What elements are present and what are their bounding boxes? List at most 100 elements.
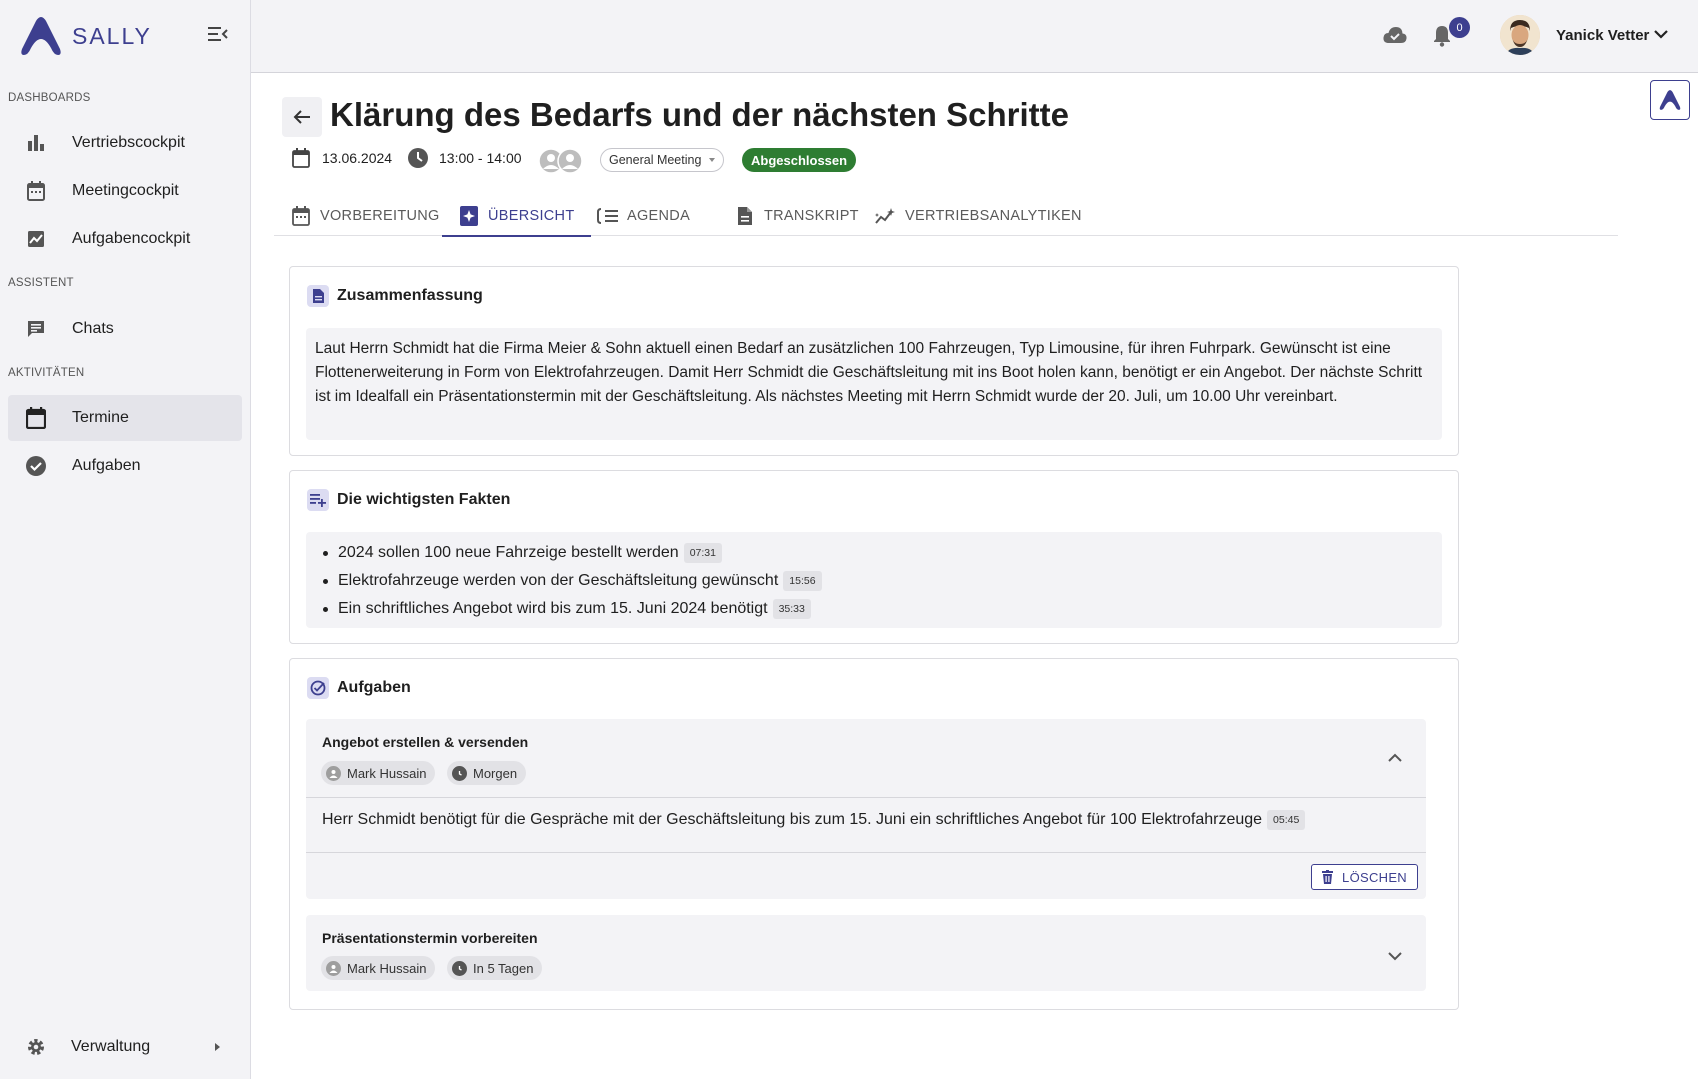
sidebar-item-meetingcockpit[interactable]: Meetingcockpit	[8, 168, 242, 214]
fact-text: 2024 sollen 100 neue Fahrzeige bestellt …	[338, 544, 679, 561]
divider	[306, 797, 1426, 798]
app-name: SALLY	[72, 22, 152, 49]
arrow-left-icon	[293, 110, 310, 124]
due-chip[interactable]: Morgen	[447, 761, 527, 785]
tab-label: TRANSKRIPT	[764, 208, 859, 224]
meeting-time-text: 13:00 - 14:00	[439, 150, 522, 166]
task-item[interactable]: Präsentationstermin vorbereiten Mark Hus…	[306, 915, 1426, 991]
chevron-down-icon[interactable]	[1654, 26, 1668, 44]
delete-label: LÖSCHEN	[1342, 869, 1407, 885]
tab-bar: VORBEREITUNG ÜBERSICHT AGENDA TRANSKRIPT…	[274, 196, 1618, 237]
calendar-icon	[24, 179, 48, 203]
document-icon	[734, 205, 756, 227]
cloud-sync-icon[interactable]	[1383, 26, 1407, 49]
sidebar: SALLY DASHBOARDS Vertriebscockpit Meetin…	[0, 0, 251, 1079]
tab-vorbereitung[interactable]: VORBEREITUNG	[274, 196, 456, 236]
meeting-date: 13.06.2024	[292, 148, 392, 168]
task-description: Herr Schmidt benötigt für die Gespräche …	[322, 810, 1306, 830]
tasks-title: Aufgaben	[337, 679, 411, 696]
list-item: Ein schriftliches Angebot wird bis zum 1…	[320, 595, 1442, 623]
divider	[306, 852, 1426, 853]
clock-icon	[408, 148, 428, 168]
tab-label: ÜBERSICHT	[488, 208, 575, 224]
tab-uebersicht[interactable]: ÜBERSICHT	[442, 196, 591, 237]
collapse-sidebar-button[interactable]	[208, 26, 234, 46]
notification-badge: 0	[1449, 17, 1470, 38]
delete-button[interactable]: LÖSCHEN	[1311, 864, 1418, 890]
due-text: Morgen	[473, 765, 518, 781]
meeting-type-select[interactable]: General Meeting	[600, 148, 725, 172]
app-logo[interactable]: SALLY	[18, 14, 152, 58]
menu-collapse-icon	[208, 27, 228, 41]
sidebar-item-aufgabencockpit[interactable]: Aufgabencockpit	[8, 216, 242, 262]
task-check-icon	[307, 677, 329, 699]
sidebar-item-label: Aufgaben	[72, 457, 141, 474]
timestamp-chip[interactable]: 05:45	[1267, 810, 1306, 830]
person-icon	[326, 960, 341, 976]
status-badge: Abgeschlossen	[742, 148, 857, 172]
sidebar-item-label: Verwaltung	[71, 1038, 151, 1055]
assignee-chip[interactable]: Mark Hussain	[321, 761, 436, 785]
tab-label: AGENDA	[627, 208, 691, 224]
assignee-chip[interactable]: Mark Hussain	[321, 956, 436, 980]
section-dashboards: DASHBOARDS	[8, 92, 91, 104]
facts-body: 2024 sollen 100 neue Fahrzeige bestellt …	[306, 532, 1442, 628]
task-item: Angebot erstellen & versenden Mark Hussa…	[306, 719, 1426, 899]
sidebar-item-chats[interactable]: Chats	[8, 306, 242, 352]
summary-body: Laut Herrn Schmidt hat die Firma Meier &…	[306, 328, 1442, 440]
timestamp-chip[interactable]: 35:33	[772, 599, 811, 619]
sidebar-item-verwaltung[interactable]: Verwaltung	[8, 1024, 242, 1070]
meeting-type-value: General Meeting	[609, 153, 702, 167]
sidebar-item-label: Aufgabencockpit	[72, 230, 191, 247]
tab-label: VORBEREITUNG	[320, 208, 440, 224]
facts-header: Die wichtigsten Fakten	[307, 489, 510, 511]
back-button[interactable]	[282, 97, 322, 137]
list-item: 2024 sollen 100 neue Fahrzeige bestellt …	[320, 539, 1442, 567]
page-title: Klärung des Bedarfs und der nächsten Sch…	[330, 96, 1069, 133]
user-name[interactable]: Yanick Vetter	[1556, 27, 1649, 44]
meeting-time: 13:00 - 14:00	[408, 148, 522, 168]
tab-vertriebsanalytiken[interactable]: VERTRIEBSANALYTIKEN	[859, 196, 1098, 236]
assistant-launcher-button[interactable]	[1650, 80, 1690, 120]
sidebar-item-termine[interactable]: Termine	[8, 395, 242, 441]
person-icon	[326, 765, 341, 781]
chevron-up-icon[interactable]	[1388, 749, 1402, 767]
timestamp-chip[interactable]: 15:56	[783, 571, 822, 591]
due-chip[interactable]: In 5 Tagen	[447, 956, 543, 980]
task-title: Präsentationstermin vorbereiten	[322, 930, 538, 946]
sally-logo-icon	[1659, 90, 1681, 110]
chevron-down-icon[interactable]	[1388, 948, 1402, 966]
sidebar-item-label: Meetingcockpit	[72, 182, 179, 199]
calendar-icon	[292, 148, 310, 168]
timestamp-chip[interactable]: 07:31	[683, 543, 722, 563]
playlist-add-icon	[307, 489, 329, 511]
analytics-icon	[875, 205, 897, 227]
timer-icon	[452, 765, 467, 781]
fact-text: Elektrofahrzeuge werden von der Geschäft…	[338, 572, 779, 589]
sidebar-item-label: Termine	[72, 409, 129, 426]
timer-icon	[452, 960, 467, 976]
section-aktivitaeten: AKTIVITÄTEN	[8, 367, 85, 379]
sidebar-item-vertriebscockpit[interactable]: Vertriebscockpit	[8, 120, 242, 166]
check-circle-icon	[24, 454, 48, 478]
sidebar-item-label: Vertriebscockpit	[72, 134, 185, 151]
sidebar-item-label: Chats	[72, 320, 114, 337]
avatar[interactable]	[1500, 15, 1540, 55]
tab-transkript[interactable]: TRANSKRIPT	[718, 196, 875, 236]
task-description-text: Herr Schmidt benötigt für die Gespräche …	[322, 811, 1263, 828]
participants-avatars[interactable]	[538, 148, 584, 174]
summary-card: Zusammenfassung Laut Herrn Schmidt hat d…	[289, 266, 1459, 456]
trend-chart-icon	[24, 227, 48, 251]
facts-title: Die wichtigsten Fakten	[337, 491, 511, 508]
assignee-name: Mark Hussain	[347, 960, 427, 976]
participants-icon	[538, 148, 583, 174]
sidebar-item-aufgaben[interactable]: Aufgaben	[8, 443, 242, 489]
calendar-icon	[24, 406, 48, 430]
summary-text: Laut Herrn Schmidt hat die Firma Meier &…	[315, 340, 1423, 405]
gear-icon	[24, 1035, 48, 1059]
tab-agenda[interactable]: AGENDA	[581, 196, 706, 236]
tasks-header: Aufgaben	[307, 677, 411, 699]
fact-text: Ein schriftliches Angebot wird bis zum 1…	[338, 600, 768, 617]
checklist-icon	[597, 205, 619, 227]
section-assistent: ASSISTENT	[8, 277, 74, 289]
